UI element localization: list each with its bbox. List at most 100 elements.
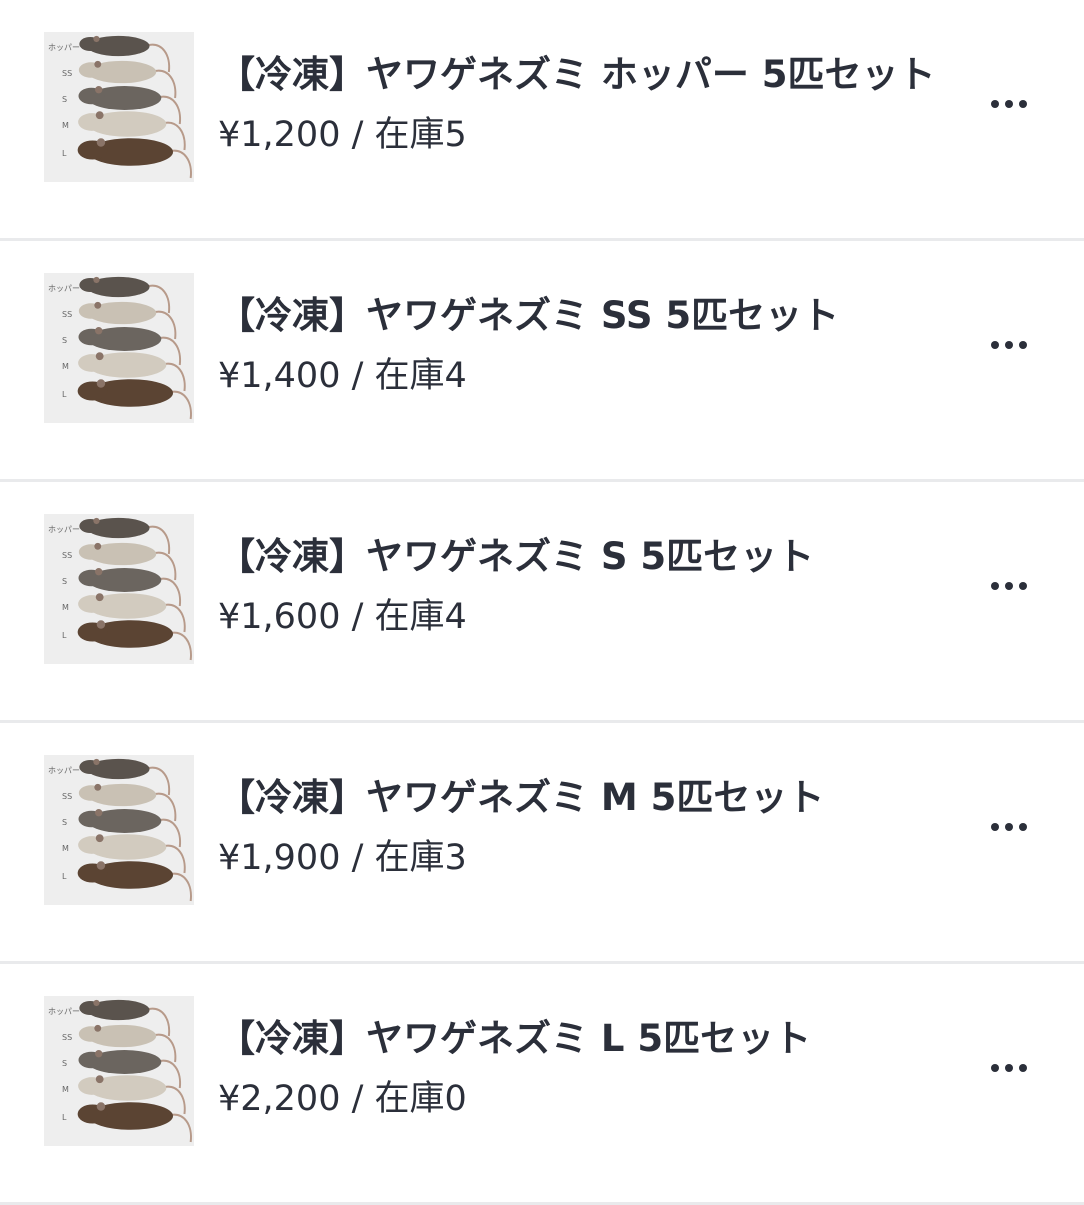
more-options-button[interactable] (974, 568, 1044, 604)
size-label: S (62, 818, 67, 827)
product-title[interactable]: 【冷凍】ヤワゲネズミ ホッパー 5匹セット (218, 50, 954, 100)
meta-separator: / (351, 597, 364, 637)
mouse-ear (94, 542, 102, 550)
size-label: SS (62, 310, 72, 319)
meta-separator: / (351, 1079, 364, 1119)
size-label: M (62, 844, 69, 853)
product-price: ¥2,200 (218, 1079, 341, 1119)
mouse-ear (95, 327, 103, 335)
more-horizontal-icon (988, 341, 1030, 349)
mouse-ear (95, 809, 103, 817)
size-label: L (62, 872, 67, 881)
more-options-button[interactable] (974, 1050, 1044, 1086)
size-label: L (62, 149, 67, 158)
product-price: ¥1,900 (218, 838, 341, 878)
size-label: S (62, 1059, 67, 1068)
more-horizontal-icon (988, 823, 1030, 831)
product-thumbnail[interactable]: ホッパー SS S M L (44, 32, 194, 182)
meta-separator: / (351, 356, 364, 396)
product-meta: ¥1,600 / 在庫4 (218, 594, 954, 640)
product-thumbnail[interactable]: ホッパー SS S M L (44, 273, 194, 423)
product-row[interactable]: ホッパー SS S M L 【冷凍】ヤワゲネズミ S 5匹セット ¥1,600 / 在庫… (0, 482, 1084, 723)
product-price: ¥1,600 (218, 597, 341, 637)
size-label: L (62, 631, 67, 640)
mouse-ear (93, 35, 100, 43)
product-info: 【冷凍】ヤワゲネズミ S 5匹セット ¥1,600 / 在庫4 (218, 532, 954, 640)
product-stock: 在庫3 (374, 838, 467, 878)
size-label: SS (62, 69, 72, 78)
meta-separator: / (351, 838, 364, 878)
product-stock: 在庫5 (374, 115, 467, 155)
size-label: ホッパー (48, 1007, 80, 1016)
mouse-ear (95, 111, 104, 120)
frozen-mice-photo: ホッパーSSSML (44, 996, 194, 1146)
product-title[interactable]: 【冷凍】ヤワゲネズミ M 5匹セット (218, 773, 954, 823)
mouse-ear (96, 620, 106, 629)
product-title[interactable]: 【冷凍】ヤワゲネズミ SS 5匹セット (218, 291, 954, 341)
product-meta: ¥1,900 / 在庫3 (218, 835, 954, 881)
size-label: M (62, 362, 69, 371)
mouse-ear (94, 1024, 102, 1032)
mouse-ear (93, 517, 100, 525)
product-thumbnail[interactable]: ホッパー SS S M L (44, 755, 194, 905)
product-info: 【冷凍】ヤワゲネズミ M 5匹セット ¥1,900 / 在庫3 (218, 773, 954, 881)
product-stock: 在庫4 (374, 597, 467, 637)
more-options-button[interactable] (974, 809, 1044, 845)
product-stock: 在庫4 (374, 356, 467, 396)
mouse-ear (96, 1102, 106, 1111)
product-title[interactable]: 【冷凍】ヤワゲネズミ S 5匹セット (218, 532, 954, 582)
frozen-mice-photo: ホッパーSSSML (44, 755, 194, 905)
product-stock: 在庫0 (374, 1079, 467, 1119)
size-label: ホッパー (48, 43, 80, 52)
mouse-ear (96, 379, 106, 388)
mouse-ear (94, 783, 102, 791)
mouse-ear (96, 861, 106, 870)
size-label: M (62, 121, 69, 130)
more-horizontal-icon (988, 582, 1030, 590)
mouse-ear (95, 352, 104, 361)
product-thumbnail[interactable]: ホッパー SS S M L (44, 996, 194, 1146)
mouse-ear (94, 60, 102, 68)
size-label: S (62, 95, 67, 104)
size-label: SS (62, 1033, 72, 1042)
product-meta: ¥1,400 / 在庫4 (218, 353, 954, 399)
mouse-ear (93, 999, 100, 1007)
product-title[interactable]: 【冷凍】ヤワゲネズミ L 5匹セット (218, 1014, 954, 1064)
size-label: M (62, 603, 69, 612)
mouse-ear (95, 568, 103, 576)
product-info: 【冷凍】ヤワゲネズミ L 5匹セット ¥2,200 / 在庫0 (218, 1014, 954, 1122)
more-options-button[interactable] (974, 86, 1044, 122)
product-row[interactable]: ホッパー SS S M L 【冷凍】ヤワゲネズミ SS 5匹セット ¥1,400 / 在… (0, 241, 1084, 482)
frozen-mice-photo: ホッパーSSSML (44, 273, 194, 423)
product-info: 【冷凍】ヤワゲネズミ ホッパー 5匹セット ¥1,200 / 在庫5 (218, 50, 954, 158)
mouse-ear (93, 276, 100, 284)
size-label: ホッパー (48, 284, 80, 293)
size-label: L (62, 390, 67, 399)
product-list: ホッパー SS S M L 【冷凍】ヤワゲネズミ ホッパー 5匹セット ¥1,200 /… (0, 0, 1084, 1205)
product-row[interactable]: ホッパー SS S M L 【冷凍】ヤワゲネズミ ホッパー 5匹セット ¥1,200 /… (0, 0, 1084, 241)
mouse-ear (95, 1050, 103, 1058)
more-options-button[interactable] (974, 327, 1044, 363)
product-info: 【冷凍】ヤワゲネズミ SS 5匹セット ¥1,400 / 在庫4 (218, 291, 954, 399)
size-label: ホッパー (48, 766, 80, 775)
product-meta: ¥2,200 / 在庫0 (218, 1076, 954, 1122)
more-horizontal-icon (988, 1064, 1030, 1072)
mouse-ear (93, 758, 100, 766)
frozen-mice-photo: ホッパーSSSML (44, 514, 194, 664)
size-label: M (62, 1085, 69, 1094)
product-thumbnail[interactable]: ホッパー SS S M L (44, 514, 194, 664)
product-price: ¥1,400 (218, 356, 341, 396)
size-label: L (62, 1113, 67, 1122)
mouse-ear (96, 138, 106, 147)
mouse-ear (94, 301, 102, 309)
mouse-ear (95, 834, 104, 843)
product-row[interactable]: ホッパー SS S M L 【冷凍】ヤワゲネズミ L 5匹セット ¥2,200 / 在庫… (0, 964, 1084, 1205)
size-label: ホッパー (48, 525, 80, 534)
size-label: SS (62, 792, 72, 801)
mouse-ear (95, 1075, 104, 1084)
product-row[interactable]: ホッパー SS S M L 【冷凍】ヤワゲネズミ M 5匹セット ¥1,900 / 在庫… (0, 723, 1084, 964)
product-price: ¥1,200 (218, 115, 341, 155)
more-horizontal-icon (988, 100, 1030, 108)
size-label: SS (62, 551, 72, 560)
mouse-ear (95, 593, 104, 602)
